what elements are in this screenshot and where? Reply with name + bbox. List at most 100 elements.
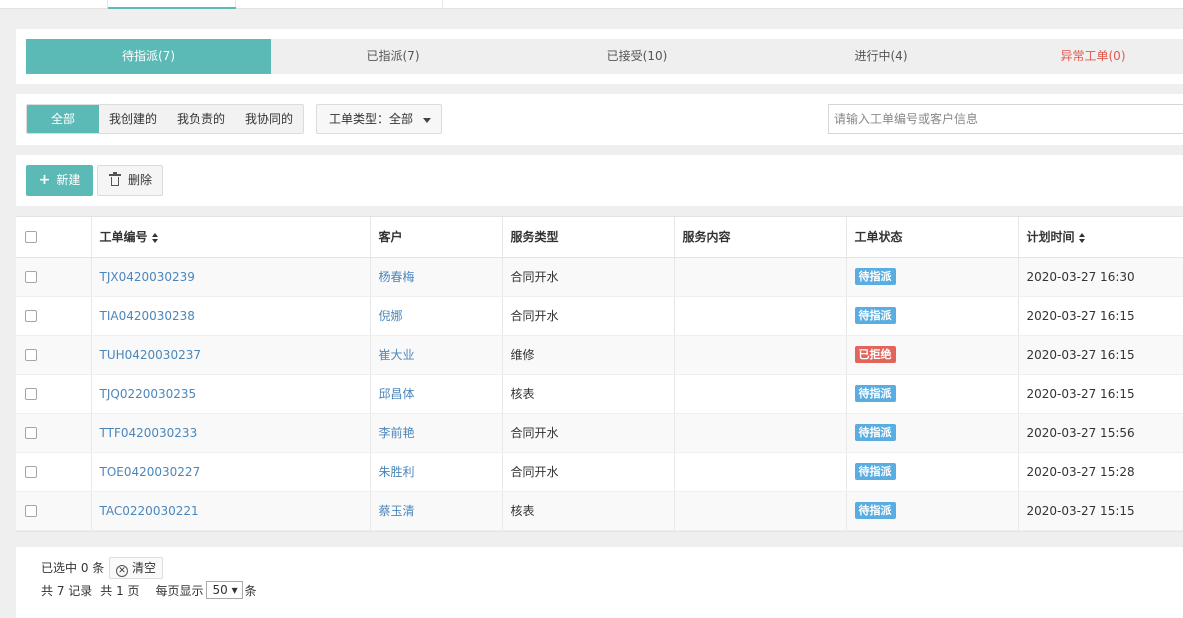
close-circle-icon: ✕ [116, 565, 128, 577]
status-tab-4[interactable]: 异常工单(0) [1003, 39, 1183, 74]
row-checkbox-cell [16, 296, 92, 336]
row-checkbox-cell [16, 413, 92, 453]
header-order-no[interactable]: 工单编号 [91, 217, 371, 258]
customer-link[interactable]: 蔡玉清 [379, 504, 415, 518]
table-row[interactable]: TJQ0220030235 邱昌体 核表 待指派 2020-03-27 16:15 [16, 374, 1183, 414]
order-no-link[interactable]: TIA0420030238 [100, 309, 195, 323]
table-row[interactable]: TAC0220030221 蔡玉清 核表 待指派 2020-03-27 15:15 [16, 491, 1183, 531]
search-input[interactable] [828, 104, 1183, 134]
order-no-link[interactable]: TJX0420030239 [100, 270, 195, 284]
customer-link[interactable]: 朱胜利 [379, 465, 415, 479]
table-row[interactable]: TUH0420030237 崔大业 维修 已拒绝 2020-03-27 16:15 [16, 335, 1183, 375]
trash-icon [109, 172, 121, 186]
row-checkbox[interactable] [25, 427, 37, 439]
header-status: 工单状态 [846, 217, 1019, 258]
status-badge: 待指派 [854, 268, 896, 285]
cell-plan-time: 2020-03-27 16:30 [1018, 257, 1183, 297]
caret-down-icon [423, 118, 431, 123]
cell-service-type: 维修 [502, 335, 675, 375]
row-checkbox[interactable] [25, 310, 37, 322]
cell-plan-time: 2020-03-27 15:28 [1018, 452, 1183, 492]
cell-status: 待指派 [846, 374, 1019, 414]
scope-option-0[interactable]: 全部 [27, 105, 100, 133]
work-order-table: 工单编号 客户 服务类型 服务内容 工单状态 计划时间 TJX042003023… [16, 217, 1183, 531]
scope-filter-group: 全部 我创建的 我负责的 我协同的 [26, 104, 305, 134]
table-row[interactable]: TJX0420030239 杨春梅 合同开水 待指派 2020-03-27 16:30 [16, 257, 1183, 297]
cell-order-no: TOE0420030227 [91, 452, 371, 492]
order-no-link[interactable]: TUH0420030237 [100, 348, 201, 362]
row-checkbox[interactable] [25, 388, 37, 400]
cell-order-no: TJX0420030239 [91, 257, 371, 297]
order-no-link[interactable]: TTF0420030233 [100, 426, 198, 440]
header-service-content-label: 服务内容 [682, 230, 731, 245]
total-records: 共 7 记录 [41, 583, 93, 598]
top-nav-tab[interactable] [0, 0, 108, 9]
per-page-select[interactable]: 50 ▾ [205, 581, 243, 599]
row-checkbox[interactable] [25, 271, 37, 283]
header-plan-time-label: 计划时间 [1026, 230, 1075, 245]
cell-customer: 崔大业 [370, 335, 503, 375]
sort-icon[interactable] [151, 232, 158, 243]
select-all-checkbox[interactable] [25, 231, 37, 244]
header-service-content: 服务内容 [674, 217, 847, 258]
order-no-link[interactable]: TAC0220030221 [100, 504, 199, 518]
table-row[interactable]: TOE0420030227 朱胜利 合同开水 待指派 2020-03-27 15:28 [16, 452, 1183, 492]
status-badge: 待指派 [854, 385, 896, 402]
row-checkbox[interactable] [25, 349, 37, 361]
customer-link[interactable]: 李前艳 [379, 426, 415, 440]
header-plan-time[interactable]: 计划时间 [1018, 217, 1183, 258]
cell-plan-time: 2020-03-27 15:15 [1018, 491, 1183, 531]
customer-link[interactable]: 倪娜 [379, 309, 403, 323]
cell-service-content [674, 452, 847, 492]
status-badge: 待指派 [854, 502, 896, 519]
order-no-link[interactable]: TOE0420030227 [100, 465, 201, 479]
scope-option-2[interactable]: 我负责的 [167, 105, 236, 133]
customer-link[interactable]: 邱昌体 [379, 387, 415, 401]
status-tab-0[interactable]: 待指派(7) [26, 39, 271, 74]
action-panel: + 新建 删除 [16, 155, 1183, 206]
customer-link[interactable]: 崔大业 [379, 348, 415, 362]
cell-plan-time: 2020-03-27 16:15 [1018, 335, 1183, 375]
work-order-table-panel: 工单编号 客户 服务类型 服务内容 工单状态 计划时间 TJX042003023… [16, 216, 1183, 532]
cell-service-content [674, 413, 847, 453]
status-badge: 待指派 [854, 424, 896, 441]
order-no-link[interactable]: TJQ0220030235 [100, 387, 197, 401]
delete-button[interactable]: 删除 [97, 165, 163, 196]
cell-status: 待指派 [846, 491, 1019, 531]
status-tabs-panel: 待指派(7) 已指派(7) 已接受(10) 进行中(4) 异常工单(0) [16, 29, 1183, 84]
clear-selection-button[interactable]: ✕ 清空 [109, 557, 164, 579]
new-button-label: 新建 [56, 173, 81, 187]
sort-icon[interactable] [1078, 232, 1085, 243]
cell-service-type: 合同开水 [502, 257, 675, 297]
header-customer: 客户 [370, 217, 503, 258]
scope-option-3[interactable]: 我协同的 [235, 105, 304, 133]
cell-service-type: 合同开水 [502, 452, 675, 492]
new-button[interactable]: + 新建 [26, 165, 93, 196]
cell-customer: 朱胜利 [370, 452, 503, 492]
status-badge: 待指派 [854, 307, 896, 324]
cell-service-type: 合同开水 [502, 413, 675, 453]
cell-status: 待指派 [846, 413, 1019, 453]
top-nav-tab[interactable] [236, 0, 443, 9]
status-tab-1[interactable]: 已指派(7) [271, 39, 515, 74]
status-tab-3[interactable]: 进行中(4) [759, 39, 1003, 74]
customer-link[interactable]: 杨春梅 [379, 270, 415, 284]
row-checkbox-cell [16, 335, 92, 375]
status-badge: 已拒绝 [854, 346, 896, 363]
cell-plan-time: 2020-03-27 16:15 [1018, 296, 1183, 336]
cell-status: 待指派 [846, 296, 1019, 336]
scope-option-1[interactable]: 我创建的 [99, 105, 168, 133]
table-row[interactable]: TIA0420030238 倪娜 合同开水 待指派 2020-03-27 16:15 [16, 296, 1183, 336]
row-checkbox-cell [16, 452, 92, 492]
row-checkbox[interactable] [25, 466, 37, 478]
cell-customer: 邱昌体 [370, 374, 503, 414]
row-checkbox-cell [16, 374, 92, 414]
status-tab-2[interactable]: 已接受(10) [515, 39, 759, 74]
table-row[interactable]: TTF0420030233 李前艳 合同开水 待指派 2020-03-27 15:56 [16, 413, 1183, 453]
selected-count: 已选中 0 条 [41, 561, 105, 575]
row-checkbox[interactable] [25, 505, 37, 517]
pagination-info: 共 7 记录 共 1 页 每页显示 50 ▾ 条 [41, 581, 257, 599]
status-tabs: 待指派(7) 已指派(7) 已接受(10) 进行中(4) 异常工单(0) [26, 39, 1183, 74]
order-type-dropdown[interactable]: 工单类型：全部 [316, 104, 442, 134]
cell-service-type: 核表 [502, 491, 675, 531]
